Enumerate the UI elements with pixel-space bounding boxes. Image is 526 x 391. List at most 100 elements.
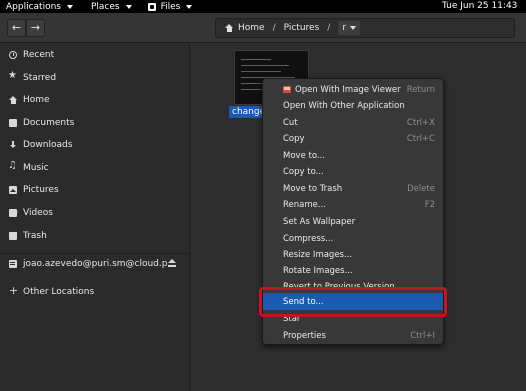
video-icon [9,209,18,217]
sidebar-item-label: Videos [23,208,53,218]
breadcrumb-separator: / [272,23,276,33]
menu-item-rename[interactable]: Rename... F2 [263,197,443,213]
menu-item-shortcut: Ctrl+C [406,134,435,144]
sidebar-item-home[interactable]: Home [0,90,190,110]
places-menu[interactable]: Places [85,0,132,13]
menu-item-shortcut: Return [406,85,435,95]
menu-item-label: Properties [283,331,326,341]
menu-item-revert-to-previous-version[interactable]: Revert to Previous Version [263,282,443,292]
menu-item-label: Compress... [283,234,334,244]
menu-item-label: Star [283,314,301,324]
menu-item-label: Set As Wallpaper [283,217,356,227]
sidebar-item-recent[interactable]: Recent [0,45,190,65]
network-drive-icon [9,260,17,268]
menu-item-shortcut: Ctrl+X [406,118,435,128]
files-label: Files [160,1,181,12]
menu-item-label: Copy to... [283,167,324,177]
plus-icon [9,284,18,297]
files-app-icon [147,2,156,11]
download-icon [9,141,17,149]
context-menu: Open With Image Viewer Return Open With … [262,78,444,345]
menu-item-open-with-other-application[interactable]: Open With Other Application [263,98,443,114]
menu-item-label: Open With Other Application [283,101,405,111]
back-button[interactable]: ← [7,19,26,37]
menu-item-label: Move to... [283,151,325,161]
sidebar-item-network-drive[interactable]: joao.azevedo@puri.sm@cloud.p... [0,254,190,274]
menu-item-label: Send to... [283,296,324,307]
clock-icon [9,51,17,59]
menu-item-label: Copy [283,134,305,144]
sidebar-item-downloads[interactable]: Downloads [0,135,190,155]
menu-item-properties[interactable]: Properties Ctrl+I [263,328,443,344]
menu-item-set-as-wallpaper[interactable]: Set As Wallpaper [263,214,443,230]
files-menu[interactable]: Files [142,0,193,13]
menu-item-compress[interactable]: Compress... [263,231,443,247]
forward-button[interactable]: → [26,19,45,37]
breadcrumb: Home / Pictures / r [215,18,515,38]
image-viewer-icon [283,86,291,93]
sidebar-item-label: Starred [23,73,57,83]
sidebar-item-trash[interactable]: Trash [0,226,190,246]
sidebar-item-label: Documents [23,118,75,128]
sidebar-item-label: Downloads [23,140,73,150]
crumb-r-label: r [342,23,347,33]
document-icon [9,119,17,127]
sidebar-item-documents[interactable]: Documents [0,113,190,133]
menu-item-label: Resize Images... [283,250,353,260]
applications-menu[interactable]: Applications [0,0,73,13]
menu-item-move-to-trash[interactable]: Move to Trash Delete [263,181,443,197]
sidebar: Recent Starred Home Documents Downloads … [0,44,190,391]
menu-item-shortcut: Ctrl+I [410,331,435,341]
sidebar-item-label: Trash [23,231,47,241]
sidebar-item-label: joao.azevedo@puri.sm@cloud.p... [23,259,177,269]
crumb-pictures[interactable]: Pictures [284,23,320,33]
menu-item-label: Move to Trash [283,184,343,194]
sidebar-item-other-locations[interactable]: Other Locations [0,282,190,302]
menu-item-resize-images[interactable]: Resize Images... [263,247,443,263]
sidebar-item-starred[interactable]: Starred [0,68,190,88]
music-icon [8,160,17,172]
chevron-down-icon [350,26,357,30]
breadcrumb-separator: / [327,23,331,33]
sidebar-item-music[interactable]: Music [0,158,190,178]
sidebar-item-pictures[interactable]: Pictures [0,180,190,200]
sidebar-item-label: Other Locations [23,287,95,297]
menu-item-copy[interactable]: Copy Ctrl+C [263,131,443,147]
menu-item-rotate-images[interactable]: Rotate Images... [263,263,443,279]
menu-item-label: Open With Image Viewer [295,85,401,95]
crumb-current-folder[interactable]: r [338,21,361,35]
menu-item-copy-to[interactable]: Copy to... [263,164,443,180]
menu-item-label: Revert to Previous Version [283,282,395,292]
menu-item-cut[interactable]: Cut Ctrl+X [263,115,443,131]
menu-item-label: Rename... [283,200,326,210]
sidebar-item-videos[interactable]: Videos [0,203,190,223]
sidebar-item-label: Home [23,95,50,105]
menu-item-star[interactable]: Star [263,311,443,327]
trash-icon [9,232,17,240]
menu-item-send-to[interactable]: Send to... [263,293,443,310]
applications-label: Applications [6,1,61,12]
chevron-down-icon [66,5,73,9]
file-name-label[interactable]: change- [229,106,265,118]
sidebar-item-label: Pictures [23,185,59,195]
menu-item-shortcut: Delete [407,184,435,194]
eject-icon[interactable] [168,259,176,267]
chevron-down-icon [125,5,132,9]
chevron-down-icon [186,5,193,9]
menu-item-label: Rotate Images... [283,266,353,276]
places-label: Places [90,1,120,12]
clock[interactable]: Tue Jun 25 11:43 [442,0,517,13]
header-bar: ← → Home / Pictures / r [0,13,526,43]
star-icon [8,70,17,82]
menu-item-move-to[interactable]: Move to... [263,148,443,164]
home-icon [9,96,17,104]
menu-item-open-with-image-viewer[interactable]: Open With Image Viewer Return [263,82,443,98]
home-icon [225,24,234,32]
sidebar-item-label: Recent [23,50,55,60]
crumb-home[interactable]: Home [238,23,265,33]
top-panel: Applications Places Files Tue Jun 25 11:… [0,0,526,13]
picture-icon [9,186,17,194]
sidebar-item-label: Music [23,163,49,173]
menu-item-label: Cut [283,118,298,128]
menu-item-shortcut: F2 [424,200,435,210]
